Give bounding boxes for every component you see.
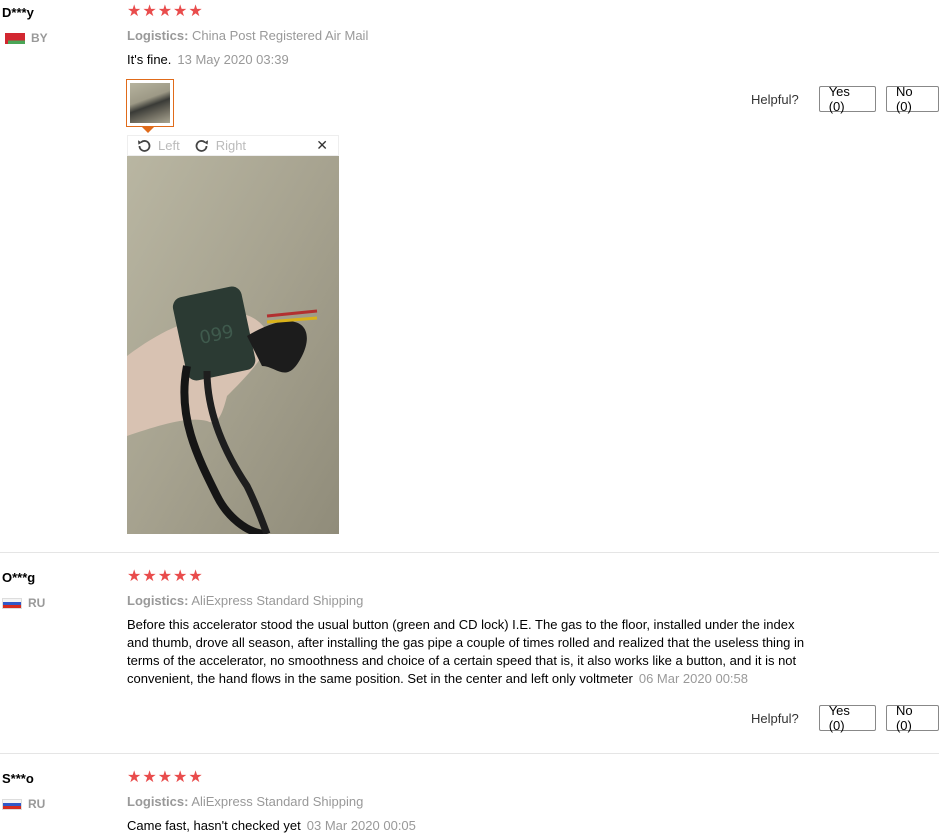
review-line: terms of the accelerator, no smoothness … [127,653,797,668]
review-date: 03 Mar 2020 00:05 [306,818,416,833]
rotate-left-button[interactable]: Left [136,138,180,154]
review-date: 13 May 2020 03:39 [177,52,289,67]
flag-ru-icon [2,798,22,810]
review-body: It's fine. [127,52,172,67]
image-viewer-toolbar: Left Right ✕ [127,135,339,156]
review-line: Before this accelerator stood the usual … [127,617,795,632]
flag-ru-icon [2,597,22,609]
logistics-info: Logistics: China Post Registered Air Mai… [127,28,368,43]
helpful-yes-button[interactable]: Yes (0) [818,703,876,733]
helpful-yes-button[interactable]: Yes (0) [818,84,876,114]
rotate-left-label: Left [158,138,180,153]
review-body: Came fast, hasn't checked yet [127,818,301,833]
logistics-method: AliExpress Standard Shipping [191,593,364,608]
rotate-right-button[interactable]: Right [194,138,246,154]
review-text: Came fast, hasn't checked yet 03 Mar 2020… [127,817,416,835]
logistics-method: AliExpress Standard Shipping [191,794,364,809]
reviewer-country: BY [2,31,48,45]
star-rating: ★★★★★ [127,3,204,20]
reviewer-name: S***o [2,771,34,786]
helpful-no-button[interactable]: No (0) [885,703,939,733]
logistics-method: China Post Registered Air Mail [192,28,369,43]
helpful-label: Helpful? [751,91,799,107]
review-line-last: convenient, the hand flows in the same p… [127,670,867,688]
flag-by-icon [2,32,25,44]
logistics-label: Logistics: [127,794,189,809]
star-rating: ★★★★★ [127,568,204,585]
logistics-label: Logistics: [127,28,189,43]
review-divider [0,753,939,754]
logistics-info: Logistics: AliExpress Standard Shipping [127,794,363,809]
review-divider [0,552,939,553]
thumbnail-pointer [142,127,154,133]
rotate-right-icon [195,139,208,152]
country-code: RU [28,797,46,811]
review-text: Before this accelerator stood the usual … [127,616,867,688]
reviewer-name: D***y [2,5,34,20]
reviewer-name: O***g [2,570,36,585]
review-photo-thumbnail[interactable] [126,79,174,127]
helpful-controls: Helpful? Yes (0) No (0) [751,703,939,733]
thumbnail-image [130,83,170,123]
close-icon[interactable]: ✕ [316,137,328,154]
rotate-left-icon [138,139,151,152]
helpful-label: Helpful? [751,710,799,726]
photo-image: 099 [127,156,339,534]
country-code: RU [28,596,46,610]
review-line: convenient, the hand flows in the same p… [127,671,633,686]
reviewer-country: RU [2,797,45,811]
review-date: 06 Mar 2020 00:58 [638,671,748,686]
helpful-controls: Helpful? Yes (0) No (0) [751,84,939,114]
country-code: BY [31,31,48,45]
review-line: and thumb, drove all season, after insta… [127,635,805,650]
reviewer-country: RU [2,596,45,610]
logistics-label: Logistics: [127,593,189,608]
star-rating: ★★★★★ [127,769,204,786]
rotate-right-label: Right [215,138,247,153]
helpful-no-button[interactable]: No (0) [885,84,939,114]
review-photo: 099 [127,156,339,534]
logistics-info: Logistics: AliExpress Standard Shipping [127,593,363,608]
review-text: It's fine. 13 May 2020 03:39 [127,51,289,69]
